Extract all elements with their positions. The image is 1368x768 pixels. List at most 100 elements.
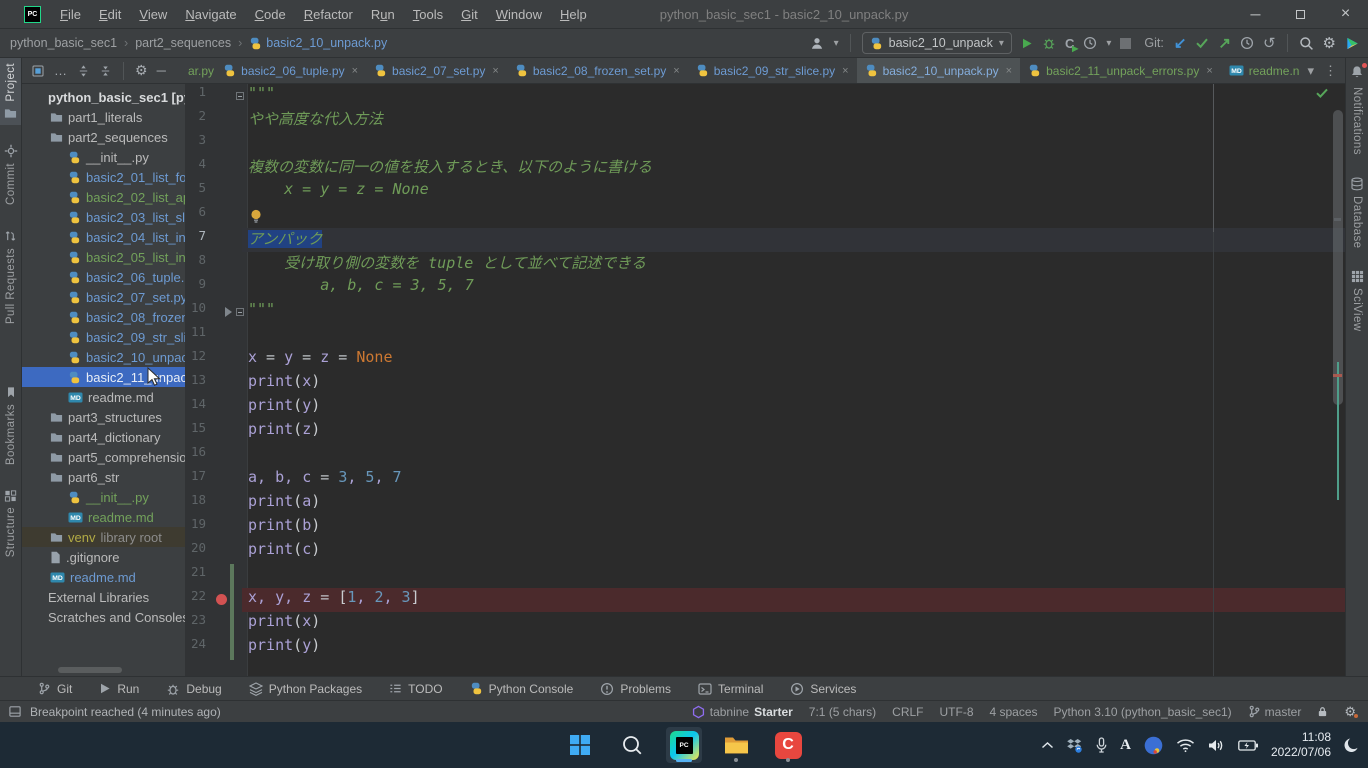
ide-settings-gear-icon[interactable]: ⚙ [1344, 705, 1356, 718]
code-line-14[interactable]: 14print(y) [185, 396, 1345, 420]
wifi-icon[interactable] [1176, 738, 1195, 753]
tree-item-readme-md[interactable]: MDreadme.md [22, 567, 185, 587]
taskbar-explorer-icon[interactable] [718, 727, 754, 763]
more-icon[interactable]: … [54, 63, 68, 78]
tree-item-basic2_08_frozen_set-p[interactable]: basic2_08_frozen_set.p [22, 307, 185, 327]
menu-file[interactable]: File [51, 7, 90, 22]
run-with-coverage-icon[interactable]: C▶ [1065, 36, 1074, 51]
tool-window-button-project[interactable]: Project [0, 58, 21, 125]
line-number[interactable]: 21 [185, 564, 211, 588]
microphone-icon[interactable] [1095, 737, 1108, 754]
tree-item-Scratches-and-Consoles[interactable]: Scratches and Consoles [22, 607, 185, 627]
line-number[interactable]: 24 [185, 636, 211, 660]
night-mode-icon[interactable] [1343, 737, 1360, 754]
breakpoint-icon[interactable] [216, 594, 227, 605]
code-line-15[interactable]: 15print(z) [185, 420, 1345, 444]
taskbar-clock[interactable]: 11:08 2022/07/06 [1271, 730, 1331, 760]
code-line-24[interactable]: 24print(y) [185, 636, 1345, 660]
line-number[interactable]: 13 [185, 372, 211, 396]
minimize-button[interactable]: ─ [1233, 0, 1278, 28]
tree-item-part6_str[interactable]: part6_str [22, 467, 185, 487]
code-line-7[interactable]: 7アンパック [185, 228, 1345, 252]
ime-indicator[interactable]: A [1120, 737, 1131, 754]
code-line-2[interactable]: 2やや高度な代入方法 [185, 108, 1345, 132]
tool-bar-item-git[interactable]: Git [38, 682, 72, 696]
profiler-icon[interactable] [1083, 36, 1097, 50]
menu-window[interactable]: Window [487, 7, 551, 22]
tab-basic2_08_frozen_set-py[interactable]: basic2_08_frozen_set.py× [507, 58, 688, 83]
menu-git[interactable]: Git [452, 7, 487, 22]
menu-view[interactable]: View [130, 7, 176, 22]
tool-bar-item-services[interactable]: Services [790, 682, 856, 696]
line-number[interactable]: 23 [185, 612, 211, 636]
tree-item--gitignore[interactable]: .gitignore [22, 547, 185, 567]
run-config-select[interactable]: basic2_10_unpack ▾ [862, 32, 1012, 54]
code-line-21[interactable]: 21 [185, 564, 1345, 588]
breadcrumb-item[interactable]: python_basic_sec1 [10, 36, 117, 50]
line-number[interactable]: 20 [185, 540, 211, 564]
tree-item-basic2_04_list_in_list-py[interactable]: basic2_04_list_in_list.py [22, 227, 185, 247]
tab-readme-n[interactable]: MDreadme.n [1221, 58, 1308, 83]
line-number[interactable]: 10 [185, 300, 211, 324]
tree-item-External-Libraries[interactable]: External Libraries [22, 587, 185, 607]
expand-all-icon[interactable] [77, 64, 90, 78]
tool-window-button-bookmarks[interactable]: Bookmarks [0, 381, 21, 470]
user-dropdown-icon[interactable] [809, 36, 825, 51]
tool-window-button-database[interactable]: Database [1346, 172, 1368, 253]
tree-item-__init__-py[interactable]: __init__.py [22, 487, 185, 507]
status-segment[interactable]: UTF-8 [940, 705, 974, 719]
tree-item-readme-md[interactable]: MDreadme.md [22, 507, 185, 527]
tree-item-basic2_10_unpack-py[interactable]: basic2_10_unpack.py [22, 347, 185, 367]
menu-run[interactable]: Run [362, 7, 404, 22]
line-number[interactable]: 8 [185, 252, 211, 276]
git-update-icon[interactable]: ↙ [1174, 36, 1187, 51]
line-number[interactable]: 9 [185, 276, 211, 300]
tab-close-icon[interactable]: × [842, 65, 848, 77]
tab-close-icon[interactable]: × [673, 65, 679, 77]
code-line-22[interactable]: 22x, y, z = [1, 2, 3] [185, 588, 1345, 612]
taskbar-pycharm-icon[interactable]: PC [666, 727, 702, 763]
start-button[interactable] [562, 727, 598, 763]
line-number[interactable]: 7 [185, 228, 211, 252]
debug-button[interactable] [1042, 36, 1056, 50]
tool-bar-item-terminal[interactable]: Terminal [698, 682, 763, 696]
lock-icon[interactable] [1317, 705, 1328, 718]
tree-item-part3_structures[interactable]: part3_structures [22, 407, 185, 427]
line-number[interactable]: 15 [185, 420, 211, 444]
tree-item-basic2_02_list_append-[interactable]: basic2_02_list_append. [22, 187, 185, 207]
tool-bar-item-python-console[interactable]: Python Console [470, 682, 574, 696]
tool-window-button-pull-requests[interactable]: Pull Requests [0, 224, 21, 329]
tree-item-basic2_09_str_slice-py[interactable]: basic2_09_str_slice.py [22, 327, 185, 347]
tree-item-__init__-py[interactable]: __init__.py [22, 147, 185, 167]
line-number[interactable]: 14 [185, 396, 211, 420]
close-button[interactable]: × [1323, 0, 1368, 28]
code-line-1[interactable]: 1""" [185, 84, 1345, 108]
line-number[interactable]: 3 [185, 132, 211, 156]
line-number[interactable]: 19 [185, 516, 211, 540]
run-button[interactable] [1021, 37, 1033, 50]
hide-panel-icon[interactable]: ─ [157, 63, 166, 78]
tool-bar-item-todo[interactable]: TODO [389, 682, 442, 696]
code-line-23[interactable]: 23print(x) [185, 612, 1345, 636]
volume-icon[interactable] [1207, 738, 1226, 753]
code-with-me-icon[interactable] [1345, 36, 1360, 51]
line-number[interactable]: 16 [185, 444, 211, 468]
git-branch-widget[interactable]: master [1248, 705, 1302, 719]
breadcrumb-item[interactable]: basic2_10_unpack.py [249, 36, 387, 50]
tab-close-icon[interactable]: × [1006, 65, 1012, 77]
code-line-6[interactable]: 6 [185, 204, 1345, 228]
settings-gear-icon[interactable]: ⚙ [1323, 36, 1336, 51]
line-number[interactable]: 22 [185, 588, 211, 612]
dropbox-icon[interactable] [1066, 738, 1083, 753]
menu-refactor[interactable]: Refactor [295, 7, 362, 22]
tree-item-venv[interactable]: venv library root [22, 527, 185, 547]
code-line-10[interactable]: 10""" [185, 300, 1345, 324]
menu-help[interactable]: Help [551, 7, 596, 22]
panel-settings-gear-icon[interactable]: ⚙ [135, 62, 148, 79]
code-line-20[interactable]: 20print(c) [185, 540, 1345, 564]
line-number[interactable]: 5 [185, 180, 211, 204]
code-line-5[interactable]: 5 x = y = z = None [185, 180, 1345, 204]
tree-item-basic2_07_set-py[interactable]: basic2_07_set.py [22, 287, 185, 307]
breadcrumb-item[interactable]: part2_sequences [135, 36, 231, 50]
tab-basic2_11_unpack_errors-py[interactable]: basic2_11_unpack_errors.py× [1020, 58, 1221, 83]
